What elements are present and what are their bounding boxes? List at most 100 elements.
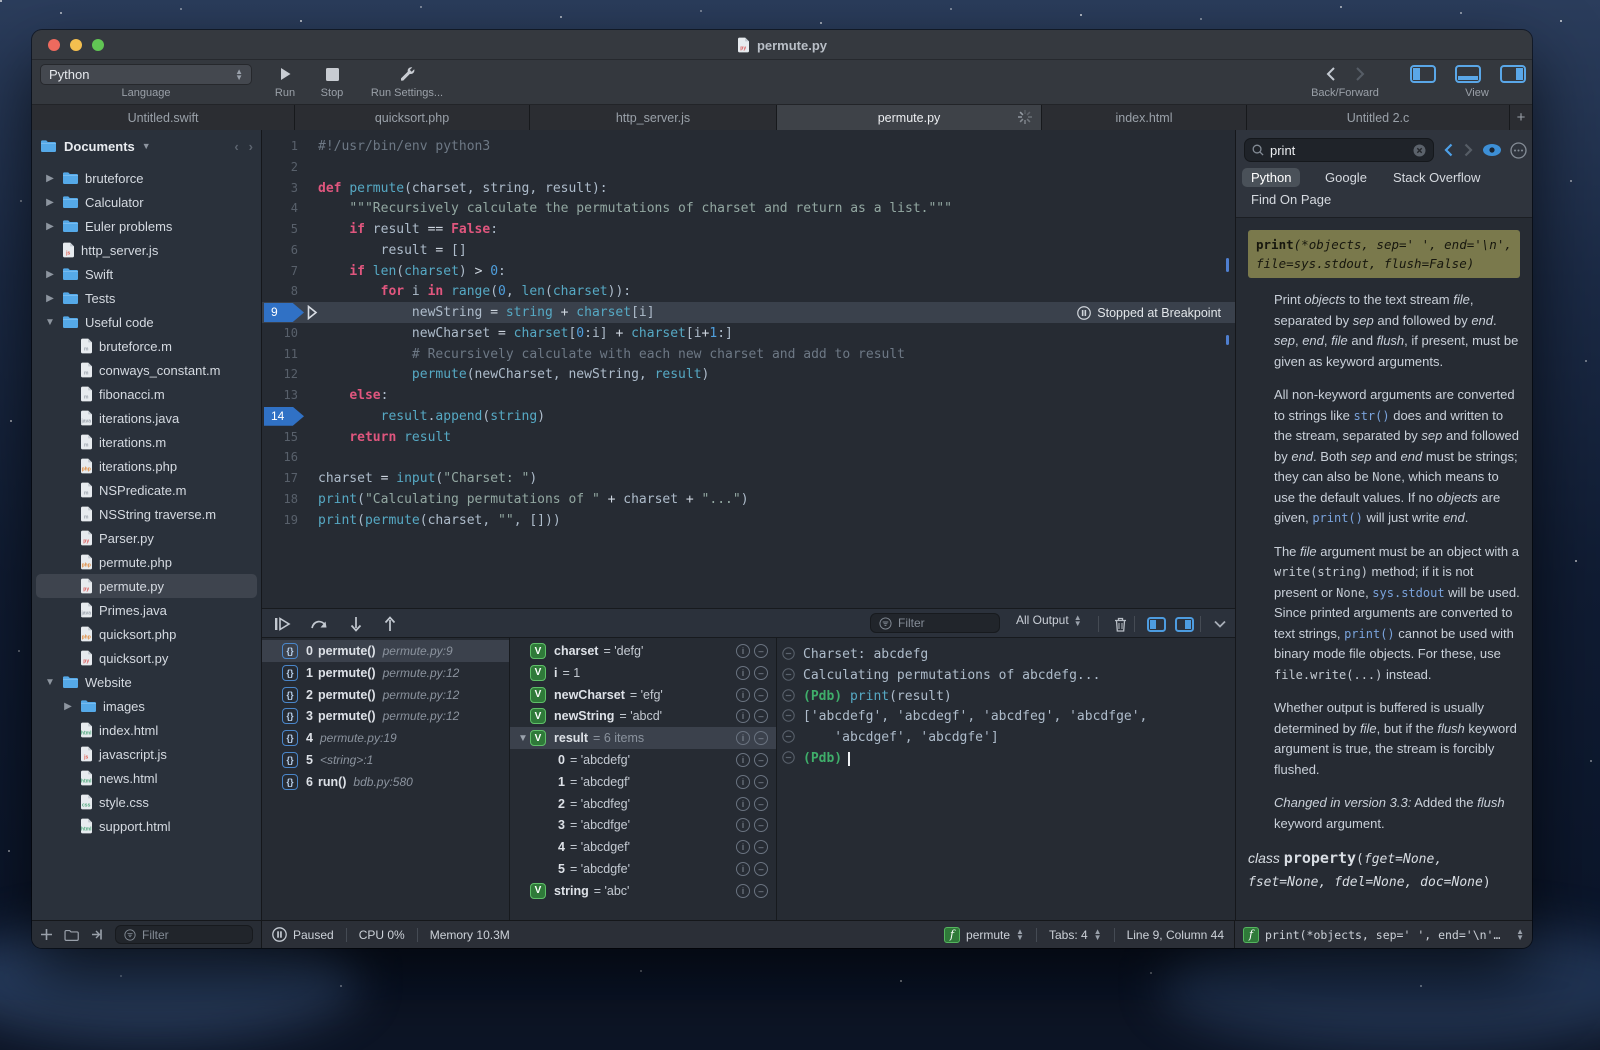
language-select[interactable]: Python ▲▼ (40, 64, 252, 85)
remove-icon[interactable]: – (754, 775, 768, 789)
remove-icon[interactable]: – (754, 818, 768, 832)
clear-console-button[interactable] (1108, 614, 1132, 634)
tree-item-images[interactable]: ▶images (36, 694, 257, 718)
view-bottom-panel-button[interactable] (1455, 65, 1481, 83)
info-icon[interactable]: i (736, 818, 750, 832)
step-over-button[interactable] (308, 614, 332, 634)
tab-permute.py[interactable]: permute.py (777, 105, 1042, 130)
variable-row[interactable]: 3= 'abcdfge'i– (510, 814, 776, 836)
info-icon[interactable]: i (736, 862, 750, 876)
variable-row[interactable]: Vi= 1i– (510, 662, 776, 684)
info-icon[interactable]: i (736, 753, 750, 767)
stack-frame-row[interactable]: {}3permute()permute.py:12 (262, 705, 509, 727)
stack-frame-row[interactable]: {}6run()bdb.py:580 (262, 771, 509, 793)
tree-item-permute.php[interactable]: phppermute.php (36, 550, 257, 574)
new-folder-button[interactable] (64, 929, 79, 941)
tree-item-support.html[interactable]: htmlsupport.html (36, 814, 257, 838)
info-icon[interactable]: i (736, 709, 750, 723)
split-console-right-button[interactable] (1172, 614, 1196, 634)
info-icon[interactable]: i (736, 840, 750, 854)
tree-chevron-icon[interactable]: ▶ (44, 197, 56, 208)
tree-item-bruteforce.m[interactable]: mbruteforce.m (36, 334, 257, 358)
tree-chevron-icon[interactable]: ▶ (44, 221, 56, 232)
tree-item-Swift[interactable]: ▶Swift (36, 262, 257, 286)
tree-chevron-icon[interactable]: ▶ (62, 701, 74, 712)
tree-chevron-icon[interactable]: ▶ (44, 173, 56, 184)
stop-button[interactable] (319, 63, 345, 85)
tree-item-conways_constant.m[interactable]: mconways_constant.m (36, 358, 257, 382)
tree-item-quicksort.php[interactable]: phpquicksort.php (36, 622, 257, 646)
tree-chevron-icon[interactable]: ▼ (44, 677, 56, 688)
remove-icon[interactable]: – (754, 688, 768, 702)
run-button[interactable] (272, 63, 298, 85)
tree-item-Primes.java[interactable]: javaPrimes.java (36, 598, 257, 622)
tree-item-news.html[interactable]: htmlnews.html (36, 766, 257, 790)
remove-icon[interactable]: – (754, 840, 768, 854)
variable-checkbox[interactable]: V (530, 730, 546, 746)
tree-item-http_server.js[interactable]: jshttp_server.js (36, 238, 257, 262)
new-tab-button[interactable]: + (1510, 105, 1532, 130)
sidebar-filter-input[interactable]: Filter (115, 925, 253, 944)
view-right-panel-button[interactable] (1500, 65, 1526, 83)
variable-row[interactable]: ▼Vresult= 6 itemsi– (510, 727, 776, 749)
sidebar-back-button[interactable]: ‹ (234, 139, 238, 154)
doc-search-input[interactable]: print (1244, 138, 1434, 162)
tree-item-iterations.m[interactable]: miterations.m (36, 430, 257, 454)
documentation-body[interactable]: print(*objects, sep=' ', end='\n',file=s… (1236, 226, 1532, 920)
reveal-file-button[interactable] (90, 928, 104, 941)
tree-chevron-icon[interactable]: ▶ (44, 293, 56, 304)
tree-item-Website[interactable]: ▼Website (36, 670, 257, 694)
sidebar-forward-button[interactable]: › (249, 139, 253, 154)
doc-forward-button[interactable] (1458, 140, 1478, 160)
tab-google[interactable]: Google (1316, 168, 1376, 187)
tabs-selector[interactable]: Tabs: 4 ▲▼ (1049, 928, 1102, 942)
variable-checkbox[interactable]: V (530, 643, 546, 659)
variable-row[interactable]: 4= 'abcdgef'i– (510, 836, 776, 858)
tab-stack-overflow[interactable]: Stack Overflow (1384, 168, 1489, 187)
tree-item-style.css[interactable]: cssstyle.css (36, 790, 257, 814)
remove-icon[interactable]: – (754, 862, 768, 876)
tab-http_server.js[interactable]: http_server.js (530, 105, 777, 130)
collapse-panel-button[interactable] (1208, 614, 1232, 634)
info-icon[interactable]: i (736, 775, 750, 789)
tree-item-fibonacci.m[interactable]: mfibonacci.m (36, 382, 257, 406)
tree-item-NSString traverse.m[interactable]: mNSString traverse.m (36, 502, 257, 526)
forward-button[interactable] (1350, 65, 1370, 83)
stack-frame-row[interactable]: {}4permute.py:19 (262, 727, 509, 749)
eye-icon[interactable] (1482, 140, 1502, 160)
tree-item-Euler problems[interactable]: ▶Euler problems (36, 214, 257, 238)
variable-checkbox[interactable]: V (530, 883, 546, 899)
variable-row[interactable]: VnewString= 'abcd'i– (510, 705, 776, 727)
add-file-button[interactable] (40, 928, 53, 941)
doc-footer[interactable]: f print(*objects, sep=' ', end='\n', fil… (1235, 921, 1532, 948)
clear-search-icon[interactable] (1413, 144, 1426, 157)
info-icon[interactable]: i (736, 884, 750, 898)
tree-item-Useful code[interactable]: ▼Useful code (36, 310, 257, 334)
remove-icon[interactable]: – (754, 709, 768, 723)
remove-icon[interactable]: – (754, 797, 768, 811)
tab-python[interactable]: Python (1242, 168, 1300, 187)
tree-item-javascript.js[interactable]: jsjavascript.js (36, 742, 257, 766)
variable-row[interactable]: Vstring= 'abc'i– (510, 880, 776, 902)
run-settings-button[interactable] (394, 63, 420, 85)
stack-frame-row[interactable]: {}5<string>:1 (262, 749, 509, 771)
more-options-icon[interactable] (1508, 140, 1528, 160)
variable-expand-chevron[interactable]: ▼ (516, 733, 530, 744)
breakpoint-marker[interactable]: 14 (264, 407, 304, 426)
tree-item-index.html[interactable]: htmlindex.html (36, 718, 257, 742)
tree-item-Calculator[interactable]: ▶Calculator (36, 190, 257, 214)
doc-back-button[interactable] (1438, 140, 1458, 160)
variable-row[interactable]: 0= 'abcdefg'i– (510, 749, 776, 771)
info-icon[interactable]: i (736, 644, 750, 658)
view-left-panel-button[interactable] (1410, 65, 1436, 83)
remove-icon[interactable]: – (754, 884, 768, 898)
variable-row[interactable]: 2= 'abcdfeg'i– (510, 793, 776, 815)
console-pane[interactable]: Charset: abcdefgCalculating permutations… (777, 638, 1235, 920)
tab-index.html[interactable]: index.html (1042, 105, 1247, 130)
variable-checkbox[interactable]: V (530, 708, 546, 724)
tree-item-Tests[interactable]: ▶Tests (36, 286, 257, 310)
info-icon[interactable]: i (736, 731, 750, 745)
tree-item-NSPredicate.m[interactable]: mNSPredicate.m (36, 478, 257, 502)
stack-frame-row[interactable]: {}2permute()permute.py:12 (262, 684, 509, 706)
tab-find-on-page[interactable]: Find On Page (1242, 190, 1340, 209)
